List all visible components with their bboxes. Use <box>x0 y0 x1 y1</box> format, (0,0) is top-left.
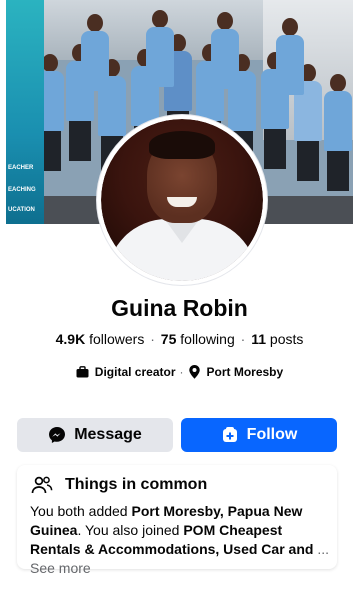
see-more-link[interactable]: See more <box>30 560 91 576</box>
profile-meta: Digital creator · Port Moresby <box>0 365 359 379</box>
message-label: Message <box>74 426 142 443</box>
cover-person <box>211 12 239 89</box>
location-label: Port Moresby <box>206 365 284 379</box>
follow-label: Follow <box>246 426 298 443</box>
cover-person <box>324 74 352 191</box>
profile-avatar[interactable] <box>97 115 267 285</box>
followers-stat[interactable]: 4.9K followers <box>56 331 145 347</box>
card-title: Things in common <box>65 476 208 493</box>
card-header: Things in common <box>31 474 207 496</box>
followers-label: followers <box>89 331 145 347</box>
things-in-common-card: Things in common You both added Port Mor… <box>17 465 337 576</box>
people-icon <box>31 474 53 496</box>
cover-banner: EACHER EACHING UCATION <box>6 0 44 224</box>
stat-separator: · <box>150 331 155 347</box>
profile-name: Guina Robin <box>111 295 248 321</box>
cover-person <box>276 18 304 95</box>
common-text: . You also joined <box>77 522 184 538</box>
following-count: 75 <box>160 331 177 347</box>
posts-count: 11 <box>251 331 267 347</box>
stat-separator: · <box>240 331 246 347</box>
card-body: You both added Port Moresby, Papua New G… <box>30 502 332 578</box>
banner-word: EACHING <box>8 187 36 193</box>
profile-stats: 4.9K followers · 75 following · 11 posts <box>0 331 359 347</box>
follow-button[interactable]: Follow <box>181 418 337 452</box>
meta-separator: · <box>179 365 184 379</box>
avatar-hair <box>149 131 215 159</box>
followers-count: 4.9K <box>55 331 86 347</box>
following-stat[interactable]: 75 following <box>161 331 235 347</box>
ellipsis: ... <box>313 541 329 557</box>
add-friend-icon <box>221 426 239 444</box>
cover-person <box>146 10 174 87</box>
location-pin-icon <box>188 365 202 379</box>
common-text: You both added <box>30 503 132 519</box>
posts-label: posts <box>269 331 304 347</box>
category-label: Digital creator <box>94 365 176 379</box>
message-button[interactable]: Message <box>17 418 173 452</box>
following-label: following <box>180 331 235 347</box>
banner-word: EACHER <box>8 165 34 171</box>
messenger-icon <box>48 426 66 444</box>
cover-person <box>81 14 109 91</box>
briefcase-icon <box>76 365 90 379</box>
banner-word: UCATION <box>8 207 35 213</box>
posts-stat[interactable]: 11 posts <box>251 331 303 347</box>
